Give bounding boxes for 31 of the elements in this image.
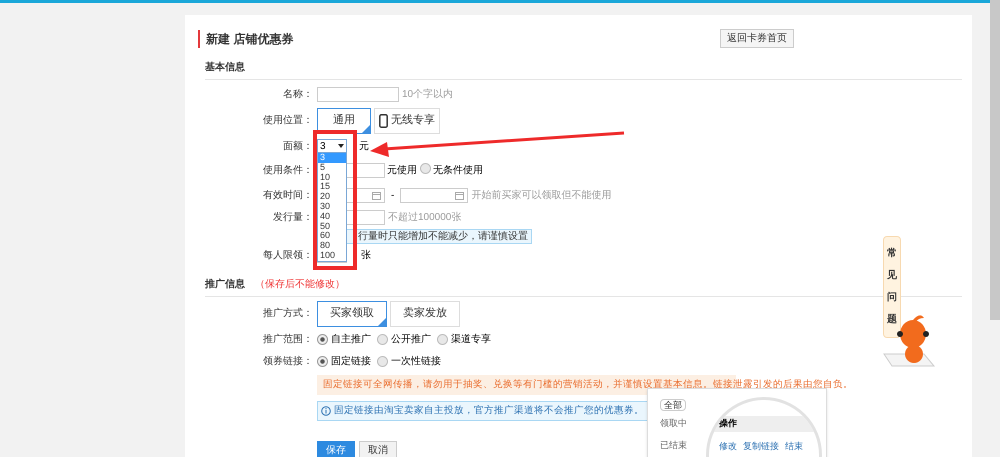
page-title: 新建 店铺优惠券: [206, 30, 294, 48]
field-label: 领券链接：: [263, 356, 313, 366]
field-label: 面额：: [283, 140, 313, 152]
radio-label: 一次性链接: [391, 354, 441, 368]
field-label: 名称：: [283, 88, 313, 100]
section-heading: 推广信息: [205, 277, 245, 292]
field-label: 推广范围：: [263, 334, 313, 344]
info-text: 固定链接由淘宝卖家自主投放，官方推广渠道将不会推广您的优惠券。: [334, 404, 644, 418]
hint-text: 开始前买家可以领取但不能使用: [471, 188, 612, 202]
field-label: 推广方式：: [263, 308, 313, 319]
warning-note: （保存后不能修改）: [255, 278, 345, 292]
radio-label: 固定链接: [331, 354, 371, 368]
warning-text: 固定链接可全网传播，请勿用于抽奖、兑换等有门槛的营销活动，并谨慎设置基本信息。链接泄露引发的后果由您自负。: [323, 378, 853, 392]
unit-text: 张: [361, 248, 371, 263]
radio-label: 自主推广: [331, 332, 371, 346]
field-label: 发行量：: [273, 212, 313, 223]
hint-text: 不超过100000张: [388, 210, 462, 225]
field-label: 有效时间：: [263, 190, 313, 200]
field-label: 使用条件：: [263, 165, 313, 176]
hint-text: 10个字以内: [402, 88, 454, 102]
status-text: 领取中: [660, 417, 687, 430]
section-heading: 基本信息: [205, 62, 245, 73]
status-text: 已结束: [660, 438, 687, 452]
unit-text: 元使用: [387, 164, 417, 178]
field-label: 使用位置：: [263, 115, 313, 126]
radio-label: 渠道专享: [451, 332, 491, 346]
radio-label: 公开推广: [391, 332, 431, 346]
range-separator: -: [391, 188, 394, 202]
radio-label: 无条件使用: [433, 164, 483, 178]
unit-text: 元: [359, 140, 369, 154]
field-label: 每人限领：: [263, 250, 313, 261]
